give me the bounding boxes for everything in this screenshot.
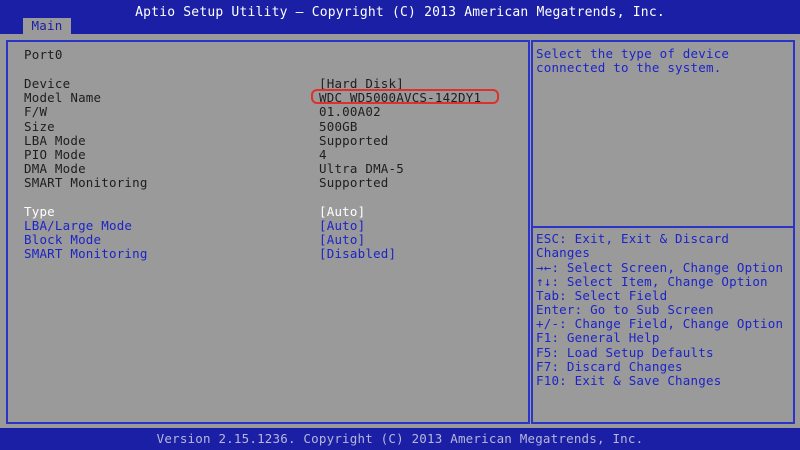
info-value: 4 [319,147,327,162]
info-label: Device [24,76,71,91]
port-title: Port0 [24,47,63,62]
info-label: PIO Mode [24,147,86,162]
help-panel-divider [533,226,793,228]
info-label: Size [24,119,55,134]
info-label: Model Name [24,90,102,105]
version-text: Version 2.15.1236. Copyright (C) 2013 Am… [156,431,644,446]
help-description-line: connected to the system. [536,60,722,75]
setting-value[interactable]: [Disabled] [319,246,396,261]
info-value: 500GB [319,119,358,134]
setting-label[interactable]: SMART Monitoring [24,246,148,261]
setting-value[interactable]: [Auto] [319,232,365,247]
info-label: LBA Mode [24,133,86,148]
key-help-line: F10: Exit & Save Changes [536,373,722,388]
setting-label[interactable]: LBA/Large Mode [24,218,132,233]
setting-label[interactable]: Type [24,204,55,219]
title-bar: Aptio Setup Utility – Copyright (C) 2013… [0,0,800,34]
info-label: DMA Mode [24,161,86,176]
info-value: Supported [319,175,389,190]
tab-main[interactable]: Main [23,18,71,34]
setting-value[interactable]: [Auto] [319,204,365,219]
setting-value[interactable]: [Auto] [319,218,365,233]
info-label: SMART Monitoring [24,175,148,190]
info-value: Supported [319,133,389,148]
info-value: 01.00A02 [319,104,381,119]
key-help-line: F1: General Help [536,330,660,345]
app-title: Aptio Setup Utility – Copyright (C) 2013… [135,5,665,20]
info-label: F/W [24,104,48,119]
model-name-highlight [311,89,499,104]
key-help-line: Changes [536,245,591,260]
setting-label[interactable]: Block Mode [24,232,101,247]
info-value: Ultra DMA-5 [319,161,404,176]
